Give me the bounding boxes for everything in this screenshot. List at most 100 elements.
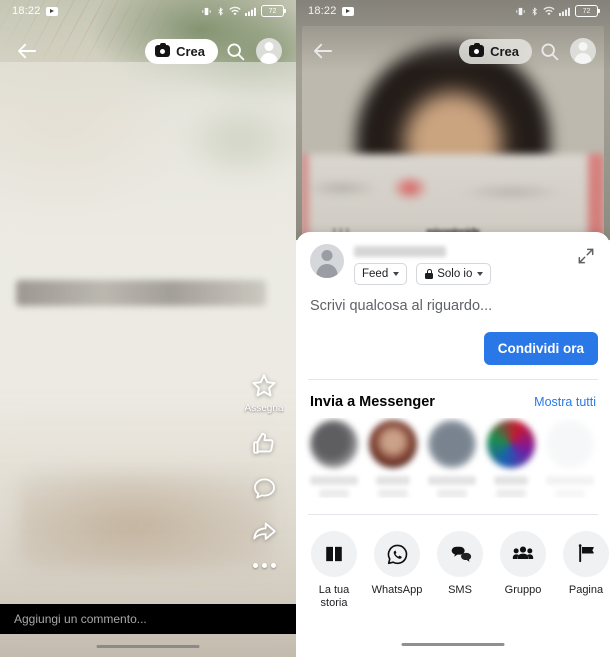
avatar-icon bbox=[256, 38, 282, 64]
search-button[interactable] bbox=[218, 34, 252, 68]
cellular-signal-icon-right bbox=[559, 6, 571, 17]
more-options-button[interactable] bbox=[252, 563, 276, 568]
composer-meta: Feed Solo io bbox=[354, 244, 596, 286]
right-panel-share-sheet: 1.1.1 misoginoide 18:22 bbox=[296, 0, 610, 657]
composer-chips: Feed Solo io bbox=[354, 263, 596, 286]
more-dot-2 bbox=[261, 563, 267, 568]
arrow-left-icon bbox=[17, 43, 37, 59]
share-top-bar: Crea bbox=[296, 30, 610, 72]
share-target-label: La tua storia bbox=[318, 584, 350, 610]
back-button[interactable] bbox=[10, 34, 44, 68]
story-top-bar: Crea bbox=[0, 30, 296, 72]
post-composer: Feed Solo io Scrivi qualcosa al riguardo… bbox=[296, 232, 610, 314]
contact-item[interactable] bbox=[369, 420, 417, 499]
like-action[interactable] bbox=[250, 430, 278, 458]
contact-name-redacted bbox=[376, 476, 410, 486]
search-icon-right bbox=[540, 42, 558, 60]
chevron-down-icon bbox=[393, 272, 400, 277]
contact-item[interactable] bbox=[310, 420, 358, 499]
lock-icon bbox=[424, 269, 434, 280]
home-indicator-left bbox=[96, 644, 200, 648]
thumbs-up-icon bbox=[253, 432, 274, 454]
status-bar-right-left-group: 18:22 bbox=[308, 5, 354, 17]
assign-action[interactable]: Assegna bbox=[244, 372, 284, 414]
contact-name-redacted bbox=[428, 476, 476, 486]
story-blurred-object bbox=[18, 470, 273, 570]
profile-button-right[interactable] bbox=[566, 34, 600, 68]
contact-name-redacted bbox=[546, 476, 594, 486]
cellular-signal-icon bbox=[245, 6, 257, 17]
more-dot-3 bbox=[270, 563, 276, 568]
create-button-right[interactable]: Crea bbox=[459, 38, 532, 64]
contact-avatar bbox=[310, 420, 358, 469]
story-book-icon-wrap bbox=[311, 531, 357, 578]
vibrate-icon-right bbox=[515, 6, 526, 17]
battery-icon: 72 bbox=[261, 5, 286, 17]
share-now-button[interactable]: Condividi ora bbox=[483, 332, 598, 366]
share-arrow-icon bbox=[252, 522, 276, 540]
audience-destination-chip[interactable]: Feed bbox=[354, 263, 408, 286]
share-action[interactable] bbox=[250, 517, 279, 545]
contact-subtext-redacted bbox=[496, 489, 526, 499]
battery-level-label: 72 bbox=[268, 7, 277, 15]
expand-diagonal-icon bbox=[578, 248, 594, 264]
more-horizontal-icon bbox=[252, 563, 258, 568]
bluetooth-icon bbox=[216, 6, 225, 17]
story-action-rail: Assegna bbox=[240, 372, 288, 568]
wifi-icon-right bbox=[543, 6, 555, 17]
composer-avatar bbox=[310, 244, 344, 278]
avatar-icon-right bbox=[570, 38, 596, 64]
share-target-sms[interactable]: SMS bbox=[434, 531, 486, 610]
sms-chat-icon bbox=[451, 547, 471, 563]
share-target-label: WhatsApp bbox=[371, 584, 423, 597]
comment-input-bar[interactable]: Aggiungi un commento... bbox=[0, 604, 296, 634]
contact-name-redacted bbox=[310, 476, 358, 486]
camera-icon-right bbox=[469, 42, 485, 57]
comment-action[interactable] bbox=[251, 474, 278, 501]
contact-item[interactable] bbox=[546, 420, 594, 499]
youtube-icon bbox=[45, 6, 58, 16]
contact-avatar bbox=[369, 420, 417, 469]
messenger-contacts-row[interactable] bbox=[296, 418, 610, 499]
contact-item[interactable] bbox=[487, 420, 535, 499]
status-bar-clock-right: 18:22 bbox=[308, 5, 337, 17]
share-target-label: Pagina bbox=[568, 584, 604, 597]
privacy-chip[interactable]: Solo io bbox=[416, 263, 492, 286]
create-button-label-right: Crea bbox=[490, 43, 519, 59]
share-target-group[interactable]: Gruppo bbox=[497, 531, 549, 610]
back-button-right[interactable] bbox=[306, 34, 340, 68]
contact-avatar bbox=[487, 420, 535, 469]
contact-name-redacted bbox=[494, 476, 528, 486]
status-bar-right: 18:22 72 bbox=[296, 0, 610, 22]
contact-item[interactable] bbox=[428, 420, 476, 499]
search-button-right[interactable] bbox=[532, 34, 566, 68]
left-panel-story-viewer: 18:22 72 Crea Assegna Aggiungi un commen… bbox=[0, 0, 296, 657]
share-target-your-story[interactable]: La tua storia bbox=[308, 531, 360, 610]
audience-destination-label: Feed bbox=[362, 268, 389, 280]
contact-subtext-redacted bbox=[378, 489, 408, 499]
group-people-icon-wrap bbox=[500, 531, 546, 578]
status-bar-left: 18:22 72 bbox=[0, 0, 296, 22]
create-button[interactable]: Crea bbox=[145, 38, 218, 64]
contact-subtext-redacted bbox=[437, 489, 467, 499]
profile-button[interactable] bbox=[252, 34, 286, 68]
share-target-page[interactable]: Pagina bbox=[560, 531, 610, 610]
share-target-whatsapp[interactable]: WhatsApp bbox=[371, 531, 423, 610]
privacy-label: Solo io bbox=[437, 268, 473, 280]
chevron-down-icon-privacy bbox=[477, 272, 484, 277]
wifi-icon bbox=[229, 6, 241, 17]
whatsapp-icon-wrap bbox=[374, 531, 420, 578]
search-icon bbox=[226, 42, 244, 60]
story-book-icon bbox=[326, 546, 342, 563]
bluetooth-icon-right bbox=[530, 6, 539, 17]
composer-author-name-redacted bbox=[354, 246, 446, 257]
show-all-link[interactable]: Mostra tutti bbox=[534, 395, 596, 409]
expand-composer-button[interactable] bbox=[576, 246, 598, 268]
camera-icon bbox=[155, 42, 171, 57]
assign-action-label: Assegna bbox=[244, 403, 284, 414]
share-now-row: Condividi ora bbox=[296, 314, 610, 379]
composer-text-input[interactable]: Scrivi qualcosa al riguardo... bbox=[310, 298, 596, 314]
dual-screenshot-container: 18:22 72 Crea Assegna Aggiungi un commen… bbox=[0, 0, 610, 657]
comment-bubble-icon bbox=[253, 478, 275, 499]
battery-icon-right: 72 bbox=[575, 5, 600, 17]
